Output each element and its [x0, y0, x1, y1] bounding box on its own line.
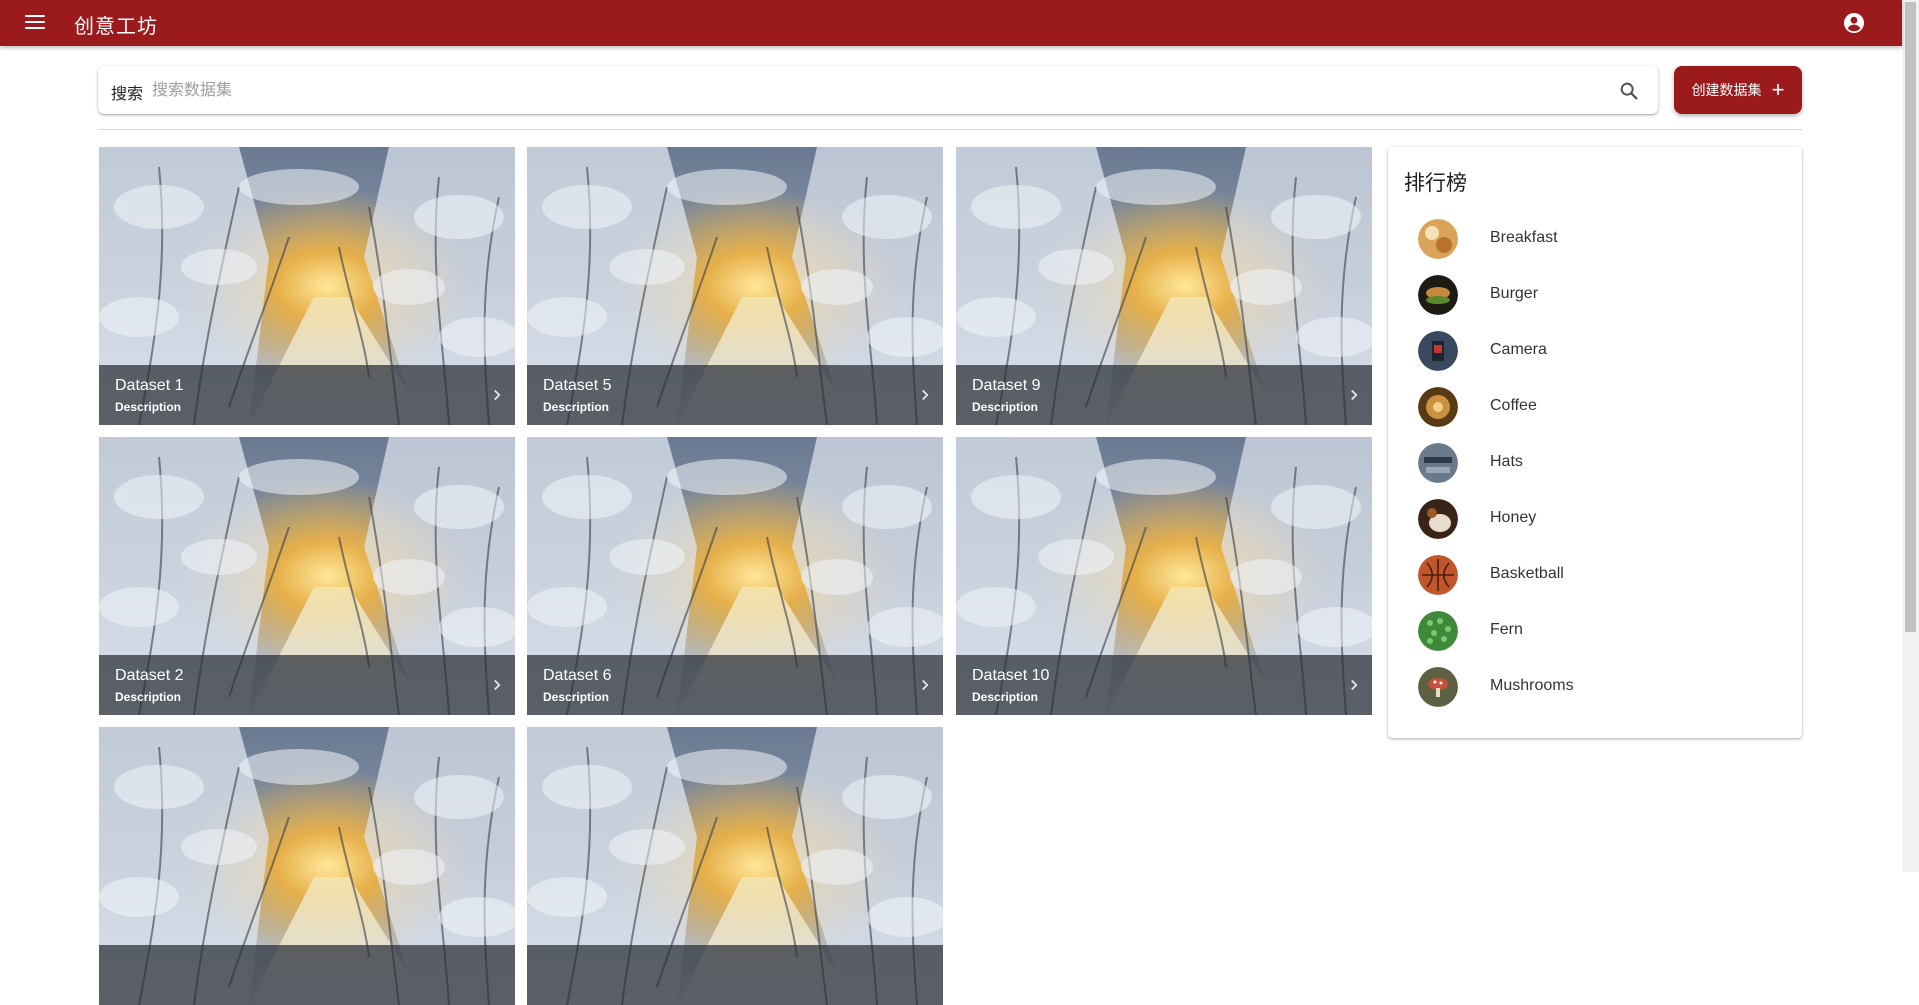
chevron-right-icon[interactable] — [1345, 676, 1363, 694]
leaderboard-item[interactable]: Mushrooms — [1418, 665, 1778, 711]
leaderboard-item[interactable]: Coffee — [1418, 385, 1778, 431]
leaderboard-item[interactable]: Breakfast — [1418, 217, 1778, 263]
search-input[interactable] — [150, 76, 1594, 106]
dataset-card[interactable]: Dataset 6 Description — [527, 437, 943, 715]
leaderboard-label: Fern — [1490, 621, 1523, 638]
create-dataset-label: 创建数据集 — [1691, 82, 1762, 98]
app-title: 创意工坊 — [74, 16, 158, 38]
card-caption: Dataset 6 Description — [527, 655, 943, 715]
avatar — [1418, 275, 1458, 315]
card-description: Description — [543, 400, 610, 414]
chevron-right-icon[interactable] — [488, 386, 506, 404]
card-title: Dataset 1 — [115, 377, 184, 394]
leaderboard-item[interactable]: Burger — [1418, 273, 1778, 319]
avatar — [1418, 443, 1458, 483]
create-dataset-button[interactable]: 创建数据集 + — [1674, 66, 1802, 114]
chevron-right-icon[interactable] — [916, 386, 934, 404]
dataset-card[interactable]: Dataset 2 Description — [99, 437, 515, 715]
divider — [98, 129, 1802, 130]
leaderboard-label: Basketball — [1490, 565, 1564, 582]
plus-icon: + — [1771, 77, 1785, 102]
dataset-card[interactable]: Dataset 9 Description — [956, 147, 1372, 425]
avatar — [1418, 331, 1458, 371]
chevron-right-icon[interactable] — [488, 676, 506, 694]
avatar — [1418, 499, 1458, 539]
card-description: Description — [115, 690, 182, 704]
leaderboard-title: 排行榜 — [1404, 172, 1467, 195]
card-caption: Dataset 5 Description — [527, 365, 943, 425]
leaderboard-label: Breakfast — [1490, 229, 1558, 246]
card-description: Description — [972, 690, 1039, 704]
card-caption: Dataset 9 Description — [956, 365, 1372, 425]
leaderboard-item[interactable]: Honey — [1418, 497, 1778, 543]
card-title: Dataset 9 — [972, 377, 1041, 394]
leaderboard-label: Honey — [1490, 509, 1537, 526]
card-caption — [99, 945, 515, 1005]
card-caption — [527, 945, 943, 1005]
card-caption: Dataset 1 Description — [99, 365, 515, 425]
card-caption: Dataset 10 Description — [956, 655, 1372, 715]
scrollbar-thumb[interactable] — [1905, 2, 1916, 632]
avatar — [1418, 555, 1458, 595]
menu-icon[interactable] — [22, 11, 48, 35]
dataset-card[interactable] — [99, 727, 515, 1005]
account-circle-icon[interactable] — [1842, 11, 1866, 35]
search-bar: 搜索 — [98, 66, 1658, 114]
leaderboard-item[interactable]: Camera — [1418, 329, 1778, 375]
chevron-right-icon[interactable] — [1345, 386, 1363, 404]
leaderboard-item[interactable]: Fern — [1418, 609, 1778, 655]
leaderboard-label: Mushrooms — [1490, 677, 1574, 694]
card-description: Description — [543, 690, 610, 704]
card-title: Dataset 2 — [115, 667, 184, 684]
leaderboard-item[interactable]: Basketball — [1418, 553, 1778, 599]
avatar — [1418, 219, 1458, 259]
app-bar: 创意工坊 — [0, 0, 1902, 46]
dataset-card[interactable]: Dataset 10 Description — [956, 437, 1372, 715]
avatar — [1418, 387, 1458, 427]
avatar — [1418, 667, 1458, 707]
dataset-card[interactable]: Dataset 5 Description — [527, 147, 943, 425]
avatar — [1418, 611, 1458, 651]
chevron-right-icon[interactable] — [916, 676, 934, 694]
card-caption: Dataset 2 Description — [99, 655, 515, 715]
card-title: Dataset 6 — [543, 667, 612, 684]
leaderboard-label: Coffee — [1490, 397, 1537, 414]
leaderboard-label: Burger — [1490, 285, 1539, 302]
dataset-card[interactable]: Dataset 1 Description — [99, 147, 515, 425]
search-icon[interactable] — [1618, 80, 1640, 102]
leaderboard-item[interactable]: Hats — [1418, 441, 1778, 487]
search-label: 搜索 — [111, 86, 144, 103]
card-title: Dataset 5 — [543, 377, 612, 394]
card-description: Description — [972, 400, 1039, 414]
card-description: Description — [115, 400, 182, 414]
leaderboard-label: Camera — [1490, 341, 1547, 358]
leaderboard-label: Hats — [1490, 453, 1523, 470]
leaderboard-panel: 排行榜 Breakfast Burger Camera Coffee Hats — [1388, 147, 1802, 738]
card-title: Dataset 10 — [972, 667, 1050, 684]
dataset-card[interactable] — [527, 727, 943, 1005]
